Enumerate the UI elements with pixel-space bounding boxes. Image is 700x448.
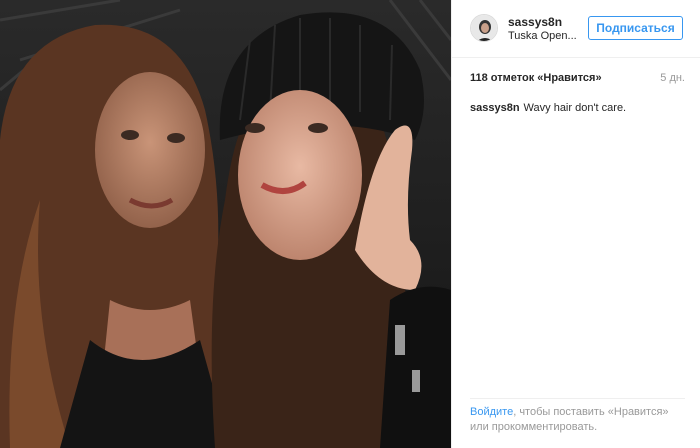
caption-text: Wavy hair don't care. (523, 102, 627, 114)
login-prompt: Войдите, чтобы поставить «Нравится» или … (470, 398, 685, 448)
follow-button[interactable]: Подписаться (588, 16, 683, 40)
avatar-image (471, 15, 497, 41)
location-link[interactable]: Tuska Open... (508, 30, 578, 42)
post-caption: sassys8n Wavy hair don't care. (470, 102, 685, 114)
post-photo[interactable] (0, 0, 451, 448)
selfie-image (0, 0, 451, 448)
post-header: sassys8n Tuska Open... Подписаться (452, 0, 700, 58)
caption-username-link[interactable]: sassys8n (470, 102, 520, 114)
post-side-panel: sassys8n Tuska Open... Подписаться 118 о… (451, 0, 700, 448)
avatar[interactable] (470, 14, 498, 42)
post-timestamp[interactable]: 5 дн. (660, 72, 685, 84)
likes-row: 118 отметок «Нравится» 5 дн. (470, 72, 685, 88)
login-link[interactable]: Войдите (470, 406, 513, 418)
likes-count[interactable]: 118 отметок «Нравится» (470, 72, 602, 84)
username-link[interactable]: sassys8n (508, 15, 562, 29)
